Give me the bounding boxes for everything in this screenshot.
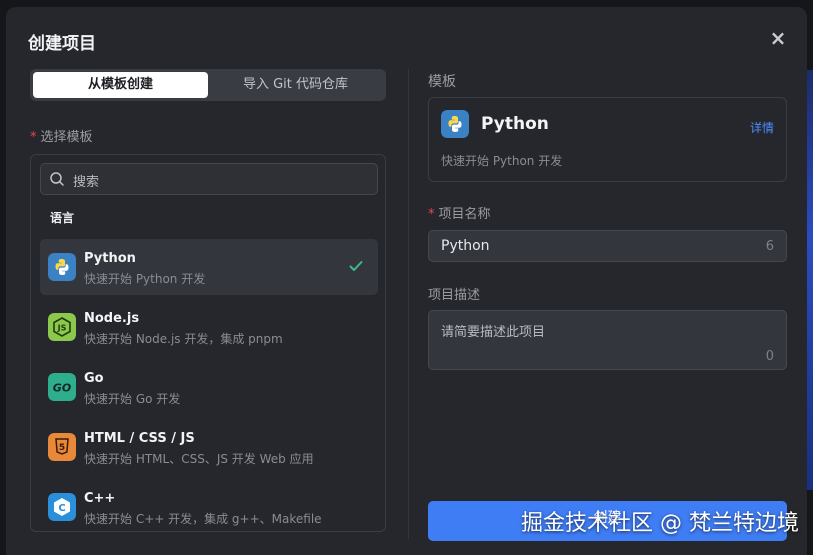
template-name: Python xyxy=(84,251,136,266)
python-icon xyxy=(48,253,76,281)
project-desc-field[interactable]: 请简要描述此项目 0 xyxy=(428,310,787,370)
create-project-dialog: 创建项目 × 从模板创建 导入 Git 代码仓库 * 选择模板 搜索 语言 Pyt… xyxy=(6,7,807,555)
template-desc: 快速开始 Node.js 开发，集成 pnpm xyxy=(84,332,283,346)
project-name-label-text: 项目名称 xyxy=(438,207,491,222)
check-icon xyxy=(349,261,363,271)
svg-text:C: C xyxy=(58,503,65,514)
template-name: HTML / CSS / JS xyxy=(84,431,195,446)
template-select-label-text: 选择模板 xyxy=(40,130,93,145)
template-list-panel: 搜索 语言 Python 快速开始 Python 开发 JS Node.js 快… xyxy=(30,154,386,532)
selected-template-card: Python 详情 快速开始 Python 开发 xyxy=(428,97,787,182)
dialog-title: 创建项目 xyxy=(28,34,96,54)
template-item-html-css-js[interactable]: 5 HTML / CSS / JS 快速开始 HTML、CSS、JS 开发 We… xyxy=(40,419,378,475)
template-name: Node.js xyxy=(84,311,140,326)
details-link[interactable]: 详情 xyxy=(750,119,774,136)
char-counter: 0 xyxy=(765,349,774,364)
template-desc: 快速开始 C++ 开发，集成 g++、Makefile xyxy=(84,512,322,526)
cpp-icon: C xyxy=(48,493,76,521)
close-icon[interactable]: × xyxy=(769,28,787,48)
project-name-label: * 项目名称 xyxy=(428,203,491,222)
svg-text:5: 5 xyxy=(59,443,65,453)
template-item-cpp[interactable]: C C++ 快速开始 C++ 开发，集成 g++、Makefile xyxy=(40,479,378,531)
tab-import-git[interactable]: 导入 Git 代码仓库 xyxy=(208,72,383,98)
source-tabs: 从模板创建 导入 Git 代码仓库 xyxy=(30,69,386,101)
template-desc: 快速开始 HTML、CSS、JS 开发 Web 应用 xyxy=(84,452,314,466)
nodejs-icon: JS xyxy=(48,313,76,341)
template-item-python[interactable]: Python 快速开始 Python 开发 xyxy=(40,239,378,295)
template-card-desc: 快速开始 Python 开发 xyxy=(441,154,563,168)
template-desc: 快速开始 Go 开发 xyxy=(84,392,181,406)
template-select-label: * 选择模板 xyxy=(30,126,93,145)
search-input[interactable]: 搜索 xyxy=(40,163,378,195)
group-label-language: 语言 xyxy=(50,211,75,225)
project-name-value: Python xyxy=(441,238,490,254)
template-desc: 快速开始 Python 开发 xyxy=(84,272,206,286)
project-name-field[interactable]: Python 6 xyxy=(428,230,787,262)
go-icon: GO xyxy=(48,373,76,401)
svg-text:JS: JS xyxy=(57,324,67,333)
project-desc-placeholder: 请简要描述此项目 xyxy=(441,325,546,340)
template-name: Go xyxy=(84,371,104,386)
template-item-nodejs[interactable]: JS Node.js 快速开始 Node.js 开发，集成 pnpm xyxy=(40,299,378,355)
tab-from-template[interactable]: 从模板创建 xyxy=(33,72,208,98)
template-section-label: 模板 xyxy=(428,74,456,90)
create-button[interactable]: 创建 xyxy=(428,501,787,541)
search-placeholder: 搜索 xyxy=(73,175,100,190)
html5-icon: 5 xyxy=(48,433,76,461)
required-mark: * xyxy=(428,207,435,222)
char-counter: 6 xyxy=(765,239,774,254)
required-mark: * xyxy=(30,130,37,145)
template-name: C++ xyxy=(84,491,116,506)
svg-text:GO: GO xyxy=(53,382,71,395)
project-desc-label: 项目描述 xyxy=(428,288,481,303)
column-divider xyxy=(408,69,409,539)
template-card-title: Python xyxy=(481,114,549,134)
template-item-go[interactable]: GO Go 快速开始 Go 开发 xyxy=(40,359,378,415)
search-icon xyxy=(50,172,64,186)
python-icon xyxy=(441,110,469,138)
